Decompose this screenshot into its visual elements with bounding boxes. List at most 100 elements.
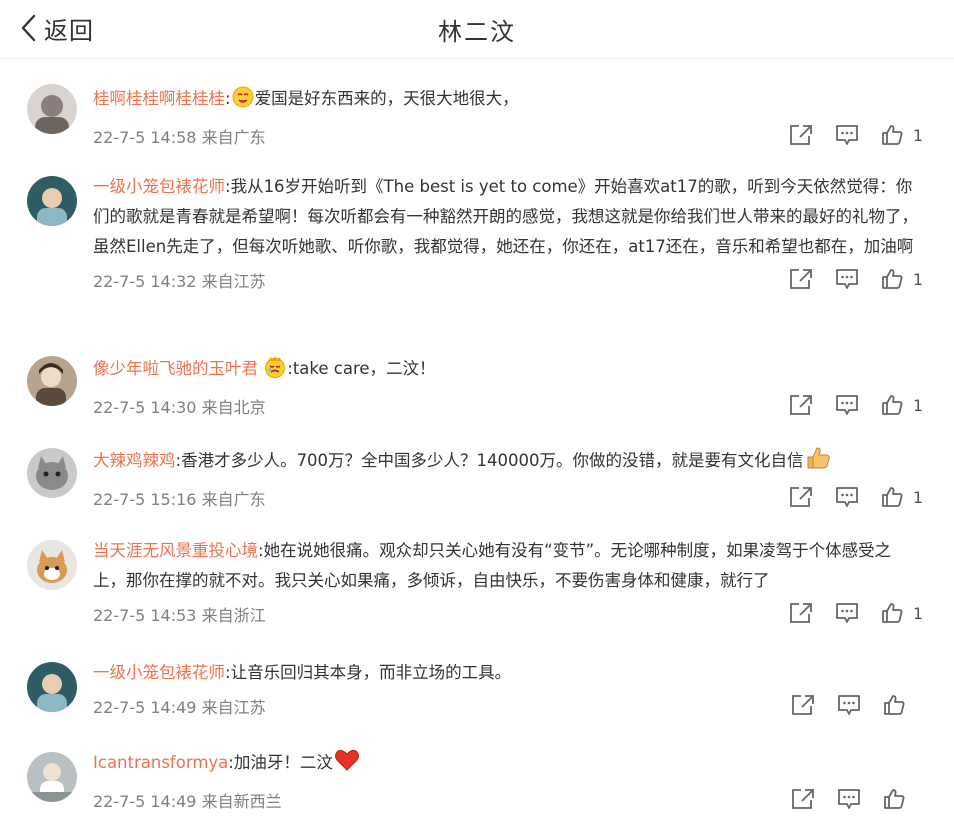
forward-button[interactable]: [789, 268, 813, 290]
comment-text-line: 大辣鸡辣鸡:香港才多少人。700万？全中国多少人？140000万。你做的没错，就…: [93, 446, 923, 480]
share-icon: [789, 603, 812, 623]
comment-icon: [835, 603, 858, 623]
comment-source: 来自浙江: [201, 606, 266, 625]
comment-icon: [838, 695, 860, 715]
like-button[interactable]: 1: [881, 602, 923, 624]
avatar[interactable]: [27, 84, 77, 134]
forward-button[interactable]: [789, 124, 813, 146]
comment-text-line: 当天涯无风景重投心境:她在说她很痛。观众却只关心她有没有“变节”。无论哪种制度，…: [93, 536, 923, 596]
comment-meta: 22-7-5 15:16 来自广东: [93, 486, 266, 510]
comment-username[interactable]: 当天涯无风景重投心境: [93, 541, 258, 560]
avatar[interactable]: [27, 448, 77, 498]
reply-button[interactable]: [835, 486, 859, 508]
thumbs-up-icon: [884, 695, 905, 715]
thumbs-up-icon: [881, 395, 903, 415]
avatar[interactable]: [27, 752, 77, 802]
forward-button[interactable]: [789, 394, 813, 416]
comment-text-line: 桂啊桂桂啊桂桂桂: 爱国是好东西来的，天很大地很大，: [93, 84, 923, 118]
comment-text: 让音乐回归其本身，而非立场的工具。: [230, 663, 512, 682]
avatar[interactable]: [27, 356, 77, 406]
comment-time: 22-7-5 14:32: [93, 272, 197, 291]
like-button[interactable]: [883, 788, 923, 810]
reply-button[interactable]: [835, 602, 859, 624]
forward-button[interactable]: [791, 788, 815, 810]
share-icon: [792, 695, 814, 715]
thumbs-up-icon: [881, 125, 903, 145]
thumbs-up-icon: [881, 269, 903, 289]
like-count: 1: [912, 395, 923, 415]
like-button[interactable]: 1: [881, 486, 923, 508]
share-icon: [789, 487, 812, 507]
comment-icon: [835, 395, 858, 415]
heart-icon: [334, 748, 360, 782]
page-title: 林二汶: [438, 18, 516, 46]
forward-button[interactable]: [791, 694, 815, 716]
comment-source: 来自广东: [201, 490, 266, 509]
comment-time: 22-7-5 15:16: [93, 490, 197, 509]
like-button[interactable]: 1: [881, 124, 923, 146]
comment-time: 22-7-5 14:53: [93, 606, 197, 625]
comment-source: 来自江苏: [201, 272, 266, 291]
comment-icon: [838, 789, 860, 809]
thumbs-up-icon: [881, 487, 903, 507]
like-count: 1: [912, 487, 923, 507]
reply-button[interactable]: [835, 124, 859, 146]
comment-icon: [835, 125, 858, 145]
comment-meta: 22-7-5 14:32 来自江苏: [93, 268, 266, 292]
comment-username[interactable]: Icantransformya: [93, 753, 228, 772]
comment-source: 来自北京: [201, 398, 266, 417]
like-count: 1: [912, 603, 923, 623]
avatar[interactable]: [27, 540, 77, 590]
share-icon: [789, 395, 812, 415]
forward-button[interactable]: [789, 486, 813, 508]
comment-icon: [835, 269, 858, 289]
comment-source: 来自广东: [201, 128, 266, 147]
comment-meta: 22-7-5 14:49 来自江苏: [93, 694, 266, 718]
hug-face-icon: [232, 86, 254, 118]
comment-username[interactable]: 大辣鸡辣鸡: [93, 451, 176, 470]
like-button[interactable]: [883, 694, 923, 716]
comment-username[interactable]: 桂啊桂桂啊桂桂桂: [93, 89, 225, 108]
like-count: 1: [912, 269, 923, 289]
comment-text: 爱国是好东西来的，天很大地很大，: [254, 89, 519, 108]
comment-text: 加油牙！二汶: [233, 753, 333, 772]
share-icon: [789, 269, 812, 289]
username-separator: :: [225, 89, 231, 108]
comment-text-line: Icantransformya:加油牙！二汶: [93, 748, 923, 782]
comment-text: 香港才多少人。700万？全中国多少人？140000万。你做的没错，就是要有文化自…: [181, 451, 804, 470]
comment-text-line: 一级小笼包裱花师:我从16岁开始听到《The best is yet to co…: [93, 172, 923, 262]
reply-button[interactable]: [837, 694, 861, 716]
comment-source: 来自新西兰: [201, 792, 282, 811]
comment-meta: 22-7-5 14:58 来自广东: [93, 124, 266, 148]
crying-face-icon: [264, 356, 286, 388]
reply-button[interactable]: [835, 268, 859, 290]
share-icon: [792, 789, 814, 809]
comment-time: 22-7-5 14:49: [93, 792, 197, 811]
comment-text: take care，二汶！: [292, 359, 436, 378]
comment-meta: 22-7-5 14:53 来自浙江: [93, 602, 266, 626]
comment-username[interactable]: 一级小笼包裱花师: [93, 177, 225, 196]
thumbs-up-icon: [884, 789, 905, 809]
comment-time: 22-7-5 14:49: [93, 698, 197, 717]
thumbs-up-icon: [881, 603, 903, 623]
comment-username[interactable]: 像少年啦飞驰的玉叶君: [93, 359, 258, 378]
top-bar: 返回 林二汶: [0, 0, 954, 59]
comment-source: 来自江苏: [201, 698, 266, 717]
comment-username[interactable]: 一级小笼包裱花师: [93, 663, 225, 682]
comment-icon: [835, 487, 858, 507]
comment-text-line: 一级小笼包裱花师:让音乐回归其本身，而非立场的工具。: [93, 658, 923, 688]
like-button[interactable]: 1: [881, 268, 923, 290]
comment-time: 22-7-5 14:58: [93, 128, 197, 147]
forward-button[interactable]: [789, 602, 813, 624]
reply-button[interactable]: [837, 788, 861, 810]
comment-meta: 22-7-5 14:49 来自新西兰: [93, 788, 282, 812]
comment-meta: 22-7-5 14:30 来自北京: [93, 394, 266, 418]
like-button[interactable]: 1: [881, 394, 923, 416]
thumbs-up-emoji-icon: [805, 446, 831, 480]
avatar[interactable]: [27, 176, 77, 226]
like-count: 1: [912, 125, 923, 145]
comment-time: 22-7-5 14:30: [93, 398, 197, 417]
reply-button[interactable]: [835, 394, 859, 416]
comment-text-line: 像少年啦飞驰的玉叶君 :take care，二汶！: [93, 354, 923, 388]
avatar[interactable]: [27, 662, 77, 712]
